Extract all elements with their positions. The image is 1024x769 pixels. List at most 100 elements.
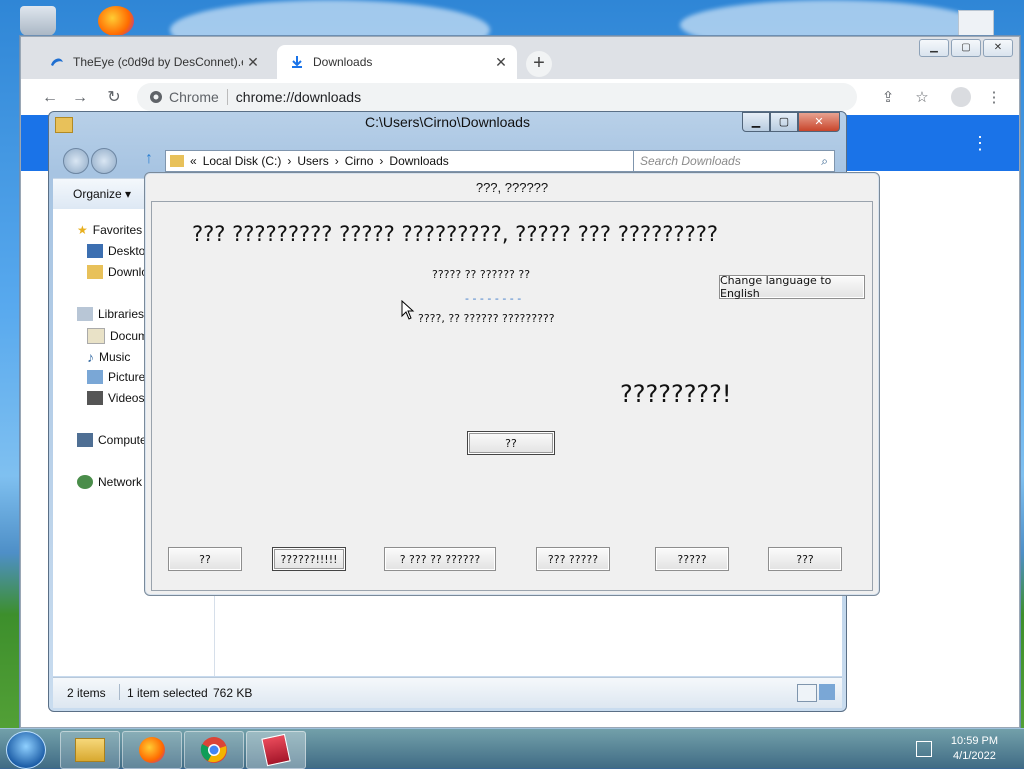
minimize-button[interactable]: ▁ bbox=[919, 39, 949, 57]
close-window-button[interactable]: ✕ bbox=[798, 112, 840, 132]
bookmark-star-icon[interactable]: ☆ bbox=[911, 87, 933, 109]
omnibox-divider bbox=[226, 89, 228, 105]
bottom-button-1[interactable]: ?? bbox=[168, 547, 242, 571]
bottom-button-4[interactable]: ??? ????? bbox=[536, 547, 610, 571]
omnibox[interactable]: Chrome chrome://downloads bbox=[137, 83, 857, 111]
large-icons-view-icon[interactable] bbox=[819, 684, 835, 700]
nav-favorites[interactable]: ★ Favorites bbox=[77, 223, 142, 237]
close-tab-icon[interactable]: ✕ bbox=[243, 54, 263, 71]
prank-dialog: ???, ?????? ??? ????????? ????? ????????… bbox=[144, 172, 880, 596]
address-bar[interactable]: « Local Disk (C:) › Users › Cirno › Down… bbox=[165, 150, 645, 172]
url-text: chrome://downloads bbox=[235, 89, 362, 105]
share-icon[interactable]: ⇪ bbox=[877, 87, 899, 109]
folder-icon bbox=[170, 155, 184, 167]
explorer-title: C:\Users\Cirno\Downloads bbox=[365, 114, 530, 130]
nav-label: Libraries bbox=[98, 307, 145, 321]
status-selected: 1 item selected bbox=[127, 686, 208, 700]
details-view-icon[interactable] bbox=[797, 684, 817, 702]
organize-button[interactable]: Organize ▾ bbox=[73, 187, 131, 201]
reload-icon[interactable]: ↻ bbox=[103, 87, 125, 109]
firefox-desktop-icon[interactable] bbox=[98, 6, 134, 36]
breadcrumb-chevron-icon: « bbox=[190, 154, 197, 168]
close-window-button[interactable]: ✕ bbox=[983, 39, 1013, 57]
site-label: Chrome bbox=[169, 89, 219, 105]
download-icon bbox=[289, 54, 305, 70]
computer-icon bbox=[77, 433, 93, 447]
recycle-bin-icon[interactable] bbox=[20, 6, 56, 36]
clock[interactable]: 10:59 PM 4/1/2022 bbox=[951, 734, 998, 764]
pictures-icon bbox=[87, 370, 103, 384]
dialog-line-1: ????? ?? ?????? ?? bbox=[432, 268, 531, 281]
taskbar-theeye[interactable] bbox=[246, 731, 306, 769]
change-language-button[interactable]: Change language to English bbox=[719, 274, 865, 300]
network-tray-icon[interactable] bbox=[916, 741, 932, 757]
breadcrumb-cirno[interactable]: Cirno bbox=[345, 154, 374, 168]
tab-title: Downloads bbox=[313, 55, 373, 69]
breadcrumb-local-disk[interactable]: Local Disk (C:) bbox=[203, 154, 282, 168]
tab-strip: TheEye (c0d9d by DesConnet).exe ✕ Downlo… bbox=[21, 37, 1019, 79]
center-button[interactable]: ?? bbox=[467, 431, 555, 455]
mouse-cursor-icon bbox=[401, 300, 415, 320]
breadcrumb-users[interactable]: Users bbox=[297, 154, 328, 168]
documents-icon bbox=[87, 328, 105, 344]
nav-label: Favorites bbox=[92, 223, 143, 237]
bottom-button-6[interactable]: ??? bbox=[768, 547, 842, 571]
breadcrumb-sep-icon: › bbox=[379, 154, 384, 168]
profile-avatar-icon[interactable] bbox=[950, 87, 972, 109]
bottom-button-5[interactable]: ????? bbox=[655, 547, 729, 571]
taskbar-chrome[interactable] bbox=[184, 731, 244, 769]
network-icon bbox=[77, 475, 93, 489]
status-size: 762 KB bbox=[213, 686, 253, 700]
up-arrow-icon[interactable]: ↑ bbox=[145, 150, 153, 168]
explorer-window-controls: ▁ ▢ ✕ bbox=[742, 112, 840, 132]
nav-network[interactable]: Network bbox=[77, 475, 142, 489]
tab-title: TheEye (c0d9d by DesConnet).exe bbox=[73, 55, 243, 69]
edge-download-icon bbox=[49, 54, 65, 70]
breadcrumb-downloads[interactable]: Downloads bbox=[389, 154, 448, 168]
music-icon: ♪ bbox=[87, 349, 94, 365]
videos-icon bbox=[87, 391, 103, 405]
downloads-menu-icon[interactable]: ⋮ bbox=[971, 133, 989, 154]
tab-downloads[interactable]: Downloads ✕ bbox=[277, 45, 517, 79]
theeye-app-icon bbox=[261, 733, 291, 767]
maximize-button[interactable]: ▢ bbox=[770, 112, 798, 132]
nav-desktop[interactable]: Desktop bbox=[87, 244, 152, 258]
taskbar-firefox[interactable] bbox=[122, 731, 182, 769]
dialog-body: ??? ????????? ????? ?????????, ????? ???… bbox=[151, 201, 873, 591]
site-chip[interactable]: Chrome bbox=[149, 89, 219, 105]
dialog-dashes: - - - - - - - - bbox=[465, 292, 522, 305]
forward-arrow-icon[interactable] bbox=[91, 148, 117, 174]
dialog-title: ???, ?????? bbox=[475, 180, 549, 195]
bottom-button-3[interactable]: ? ??? ?? ?????? bbox=[384, 547, 496, 571]
nav-videos[interactable]: Videos bbox=[87, 391, 144, 405]
breadcrumb-sep-icon: › bbox=[287, 154, 292, 168]
clock-time: 10:59 PM bbox=[950, 735, 998, 747]
star-icon: ★ bbox=[77, 223, 88, 237]
folder-icon bbox=[75, 738, 105, 762]
nav-music[interactable]: ♪ Music bbox=[87, 349, 130, 365]
start-button[interactable] bbox=[6, 731, 46, 769]
back-arrow-icon[interactable] bbox=[63, 148, 89, 174]
nav-computer[interactable]: Computer bbox=[77, 433, 151, 447]
dialog-heading: ??? ????????? ????? ?????????, ????? ???… bbox=[192, 222, 719, 246]
minimize-button[interactable]: ▁ bbox=[742, 112, 770, 132]
close-tab-icon[interactable]: ✕ bbox=[491, 54, 511, 71]
nav-libraries[interactable]: Libraries bbox=[77, 307, 144, 321]
nav-pictures[interactable]: Pictures bbox=[87, 370, 151, 384]
back-icon[interactable]: ← bbox=[39, 87, 61, 109]
maximize-button[interactable]: ▢ bbox=[951, 39, 981, 57]
bottom-button-2[interactable]: ??????!!!!! bbox=[272, 547, 346, 571]
libraries-icon bbox=[77, 307, 93, 321]
taskbar: 10:59 PM 4/1/2022 bbox=[0, 728, 1024, 769]
new-tab-button[interactable]: + bbox=[526, 51, 552, 77]
search-placeholder: Search Downloads bbox=[640, 154, 741, 168]
taskbar-explorer[interactable] bbox=[60, 731, 120, 769]
clock-date: 4/1/2022 bbox=[953, 750, 996, 762]
tab-theeye[interactable]: TheEye (c0d9d by DesConnet).exe ✕ bbox=[37, 45, 269, 79]
forward-icon[interactable]: → bbox=[69, 87, 91, 109]
search-downloads-input[interactable]: Search Downloads ⌕ bbox=[633, 150, 835, 172]
chrome-toolbar: ← → ↻ Chrome chrome://downloads ⇪ ☆ ⋮ bbox=[21, 79, 1019, 115]
nav-label: Network bbox=[98, 475, 143, 489]
menu-kebab-icon[interactable]: ⋮ bbox=[983, 87, 1005, 109]
chrome-icon bbox=[200, 737, 227, 763]
